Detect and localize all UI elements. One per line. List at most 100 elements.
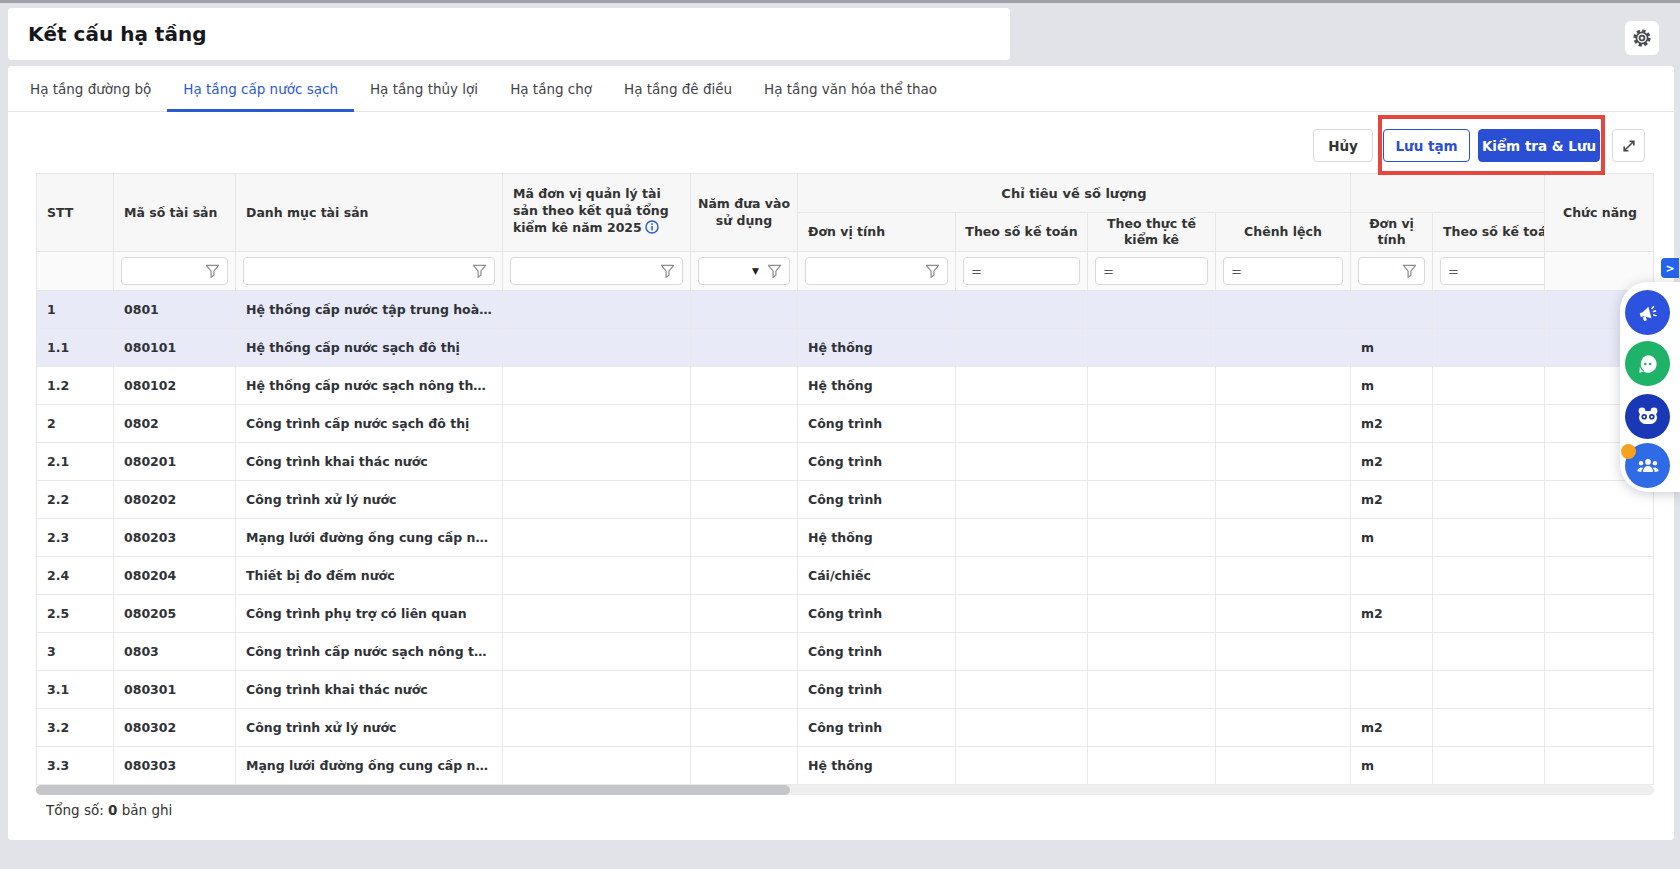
- cell-stt: 3: [37, 633, 114, 671]
- page-title: Kết cấu hạ tầng: [28, 22, 206, 46]
- col-header-by-actual[interactable]: Theo thực tế kiểm kê: [1088, 213, 1216, 252]
- announcement-widget-button[interactable]: [1625, 290, 1670, 335]
- tab-4[interactable]: Hạ tầng đê điều: [608, 66, 748, 111]
- tab-3[interactable]: Hạ tầng chợ: [494, 66, 608, 111]
- cell-unit2: m: [1351, 747, 1433, 785]
- filter-org-code[interactable]: [503, 252, 691, 291]
- cell-empty: [1088, 443, 1216, 481]
- col-header-unit2[interactable]: Đơn vị tính: [1351, 213, 1433, 252]
- col-header-by-book[interactable]: Theo số kế toán: [956, 213, 1088, 252]
- col-header-stt[interactable]: STT: [37, 174, 114, 252]
- filter-by-book[interactable]: =: [956, 252, 1088, 291]
- fullscreen-button[interactable]: [1612, 129, 1645, 162]
- info-icon[interactable]: [645, 220, 659, 239]
- filter-asset-code[interactable]: [114, 252, 236, 291]
- cell-unit: Hệ thống: [798, 747, 956, 785]
- check-and-save-button[interactable]: Kiểm tra & Lưu: [1478, 129, 1600, 162]
- tab-0[interactable]: Hạ tầng đường bộ: [14, 66, 167, 111]
- cell-code: 080202: [114, 481, 236, 519]
- cell-unit2: m: [1351, 329, 1433, 367]
- cell-empty: [956, 557, 1088, 595]
- tab-1[interactable]: Hạ tầng cấp nước sạch: [167, 66, 354, 111]
- col-header-asset-category[interactable]: Danh mục tài sản: [236, 174, 503, 252]
- panda-bot-icon: [1634, 403, 1662, 431]
- cell-stt: 1.2: [37, 367, 114, 405]
- table-row[interactable]: 20802Công trình cấp nước sạch đô thịCông…: [37, 405, 1654, 443]
- chat-widget-button[interactable]: [1625, 341, 1670, 386]
- cell-empty: [1216, 481, 1351, 519]
- table-row[interactable]: 3.3080303Mạng lưới đường ống cung cấp nư…: [37, 747, 1654, 785]
- cell-code: 080201: [114, 443, 236, 481]
- col-header-org-code[interactable]: Mã đơn vị quản lý tài sản theo kết quả t…: [503, 174, 691, 252]
- cell-empty: [691, 329, 798, 367]
- dropdown-caret-icon[interactable]: ▼: [752, 266, 759, 276]
- cell-empty: [503, 633, 691, 671]
- filter-icon[interactable]: [767, 264, 782, 279]
- save-temp-button[interactable]: Lưu tạm: [1383, 129, 1470, 162]
- cell-stt: 2.1: [37, 443, 114, 481]
- table-row[interactable]: 3.2080302Công trình xử lý nướcCông trình…: [37, 709, 1654, 747]
- tab-2[interactable]: Hạ tầng thủy lợi: [354, 66, 494, 111]
- table-row[interactable]: 10801Hệ thống cấp nước tập trung hoàn ch…: [37, 291, 1654, 329]
- col-header-unit[interactable]: Đơn vị tính: [798, 213, 956, 252]
- cancel-button[interactable]: Hủy: [1313, 129, 1373, 162]
- filter-icon[interactable]: [472, 264, 487, 279]
- filter-icon[interactable]: [1402, 264, 1417, 279]
- table-row[interactable]: 30803Công trình cấp nước sạch nông thôn …: [37, 633, 1654, 671]
- support-widget-panel: [1620, 282, 1680, 492]
- grid-header: STT Mã số tài sản Danh mục tài sản Mã đơ…: [37, 174, 1654, 252]
- cell-empty: [1216, 709, 1351, 747]
- col-header-asset-code[interactable]: Mã số tài sản: [114, 174, 236, 252]
- cell-empty: [1216, 329, 1351, 367]
- col-header-actions[interactable]: Chức năng: [1544, 174, 1654, 252]
- col-header-difference[interactable]: Chênh lệch: [1216, 213, 1351, 252]
- cell-code: 080301: [114, 671, 236, 709]
- data-grid: STT Mã số tài sản Danh mục tài sản Mã đơ…: [36, 173, 1654, 785]
- cell-actions: [1544, 519, 1654, 557]
- table-row[interactable]: 2.5080205Công trình phụ trợ có liên quan…: [37, 595, 1654, 633]
- filter-by-actual[interactable]: =: [1088, 252, 1216, 291]
- table-row[interactable]: 1.2080102Hệ thống cấp nước sạch nông thô…: [37, 367, 1654, 405]
- cell-stt: 1: [37, 291, 114, 329]
- table-row[interactable]: 2.2080202Công trình xử lý nướcCông trình…: [37, 481, 1654, 519]
- filter-unit[interactable]: [798, 252, 956, 291]
- col-group-quantity-label[interactable]: Chỉ tiêu về số lượng: [798, 174, 1351, 213]
- settings-button[interactable]: [1625, 21, 1659, 55]
- cell-empty: [1216, 291, 1351, 329]
- cell-stt: 1.1: [37, 329, 114, 367]
- table-row[interactable]: 1.1080101Hệ thống cấp nước sạch đô thịHệ…: [37, 329, 1654, 367]
- cell-actions: [1544, 709, 1654, 747]
- cell-code: 0803: [114, 633, 236, 671]
- cell-empty: [691, 671, 798, 709]
- filter-row: ▼ = = = =: [37, 252, 1654, 291]
- table-row[interactable]: 2.3080203Mạng lưới đường ống cung cấp nư…: [37, 519, 1654, 557]
- table-row[interactable]: 3.1080301Công trình khai thác nướcCông t…: [37, 671, 1654, 709]
- gear-icon: [1630, 26, 1654, 50]
- cell-empty: [503, 443, 691, 481]
- cell-name: Công trình cấp nước sạch đô thị: [236, 405, 503, 443]
- collapse-panel-chevron[interactable]: >: [1661, 258, 1679, 278]
- cell-name: Công trình phụ trợ có liên quan: [236, 595, 503, 633]
- filter-year-used[interactable]: ▼: [691, 252, 798, 291]
- tab-5[interactable]: Hạ tầng văn hóa thể thao: [748, 66, 953, 111]
- col-header-year-used[interactable]: Năm đưa vào sử dụng: [691, 174, 798, 252]
- scrollbar-thumb[interactable]: [36, 785, 790, 795]
- filter-unit2[interactable]: [1351, 252, 1433, 291]
- cell-empty: [503, 519, 691, 557]
- cell-empty: [691, 519, 798, 557]
- cell-empty: [691, 709, 798, 747]
- cell-unit: Công trình: [798, 595, 956, 633]
- filter-asset-category[interactable]: [236, 252, 503, 291]
- cell-empty: [956, 747, 1088, 785]
- filter-difference[interactable]: =: [1216, 252, 1351, 291]
- table-row[interactable]: 2.4080204Thiết bị đo đếm nướcCái/chiếc: [37, 557, 1654, 595]
- filter-icon[interactable]: [925, 264, 940, 279]
- horizontal-scrollbar[interactable]: [36, 785, 1654, 795]
- filter-icon[interactable]: [205, 264, 220, 279]
- cell-empty: [1216, 633, 1351, 671]
- table-row[interactable]: 2.1080201Công trình khai thác nướcCông t…: [37, 443, 1654, 481]
- filter-icon[interactable]: [660, 264, 675, 279]
- assistant-bot-widget-button[interactable]: [1625, 394, 1670, 439]
- cell-empty: [503, 367, 691, 405]
- cell-empty: [956, 405, 1088, 443]
